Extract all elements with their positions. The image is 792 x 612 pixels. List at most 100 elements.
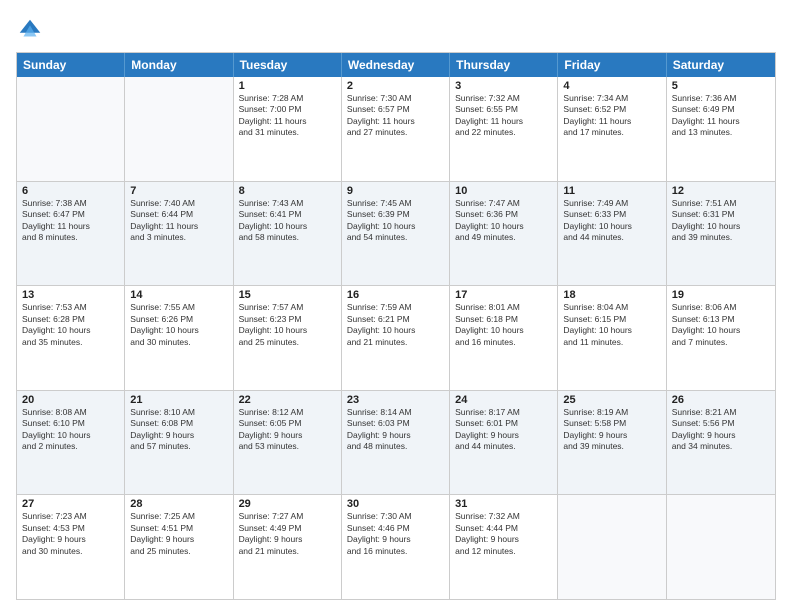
day-number: 8 xyxy=(239,185,336,197)
cal-cell-4-7: 26Sunrise: 8:21 AM Sunset: 5:56 PM Dayli… xyxy=(667,391,775,495)
cal-cell-3-2: 14Sunrise: 7:55 AM Sunset: 6:26 PM Dayli… xyxy=(125,286,233,390)
cal-cell-5-5: 31Sunrise: 7:32 AM Sunset: 4:44 PM Dayli… xyxy=(450,495,558,599)
day-number: 11 xyxy=(563,185,660,197)
cell-info: Sunrise: 7:23 AM Sunset: 4:53 PM Dayligh… xyxy=(22,511,119,557)
day-number: 1 xyxy=(239,80,336,92)
cal-cell-5-3: 29Sunrise: 7:27 AM Sunset: 4:49 PM Dayli… xyxy=(234,495,342,599)
day-number: 31 xyxy=(455,498,552,510)
cell-info: Sunrise: 7:55 AM Sunset: 6:26 PM Dayligh… xyxy=(130,302,227,348)
day-number: 13 xyxy=(22,289,119,301)
cal-cell-2-4: 9Sunrise: 7:45 AM Sunset: 6:39 PM Daylig… xyxy=(342,182,450,286)
cell-info: Sunrise: 8:01 AM Sunset: 6:18 PM Dayligh… xyxy=(455,302,552,348)
cell-info: Sunrise: 7:25 AM Sunset: 4:51 PM Dayligh… xyxy=(130,511,227,557)
cell-info: Sunrise: 7:27 AM Sunset: 4:49 PM Dayligh… xyxy=(239,511,336,557)
cell-info: Sunrise: 8:12 AM Sunset: 6:05 PM Dayligh… xyxy=(239,407,336,453)
calendar-row-5: 27Sunrise: 7:23 AM Sunset: 4:53 PM Dayli… xyxy=(17,495,775,599)
calendar: SundayMondayTuesdayWednesdayThursdayFrid… xyxy=(16,52,776,600)
cal-cell-5-4: 30Sunrise: 7:30 AM Sunset: 4:46 PM Dayli… xyxy=(342,495,450,599)
cell-info: Sunrise: 7:38 AM Sunset: 6:47 PM Dayligh… xyxy=(22,198,119,244)
cell-info: Sunrise: 7:32 AM Sunset: 6:55 PM Dayligh… xyxy=(455,93,552,139)
cell-info: Sunrise: 8:04 AM Sunset: 6:15 PM Dayligh… xyxy=(563,302,660,348)
cell-info: Sunrise: 7:36 AM Sunset: 6:49 PM Dayligh… xyxy=(672,93,770,139)
day-number: 22 xyxy=(239,394,336,406)
header-day-monday: Monday xyxy=(125,53,233,77)
cell-info: Sunrise: 8:19 AM Sunset: 5:58 PM Dayligh… xyxy=(563,407,660,453)
header-day-wednesday: Wednesday xyxy=(342,53,450,77)
cell-info: Sunrise: 8:17 AM Sunset: 6:01 PM Dayligh… xyxy=(455,407,552,453)
header-day-sunday: Sunday xyxy=(17,53,125,77)
calendar-row-4: 20Sunrise: 8:08 AM Sunset: 6:10 PM Dayli… xyxy=(17,391,775,496)
cal-cell-5-7 xyxy=(667,495,775,599)
day-number: 29 xyxy=(239,498,336,510)
cell-info: Sunrise: 7:28 AM Sunset: 7:00 PM Dayligh… xyxy=(239,93,336,139)
day-number: 25 xyxy=(563,394,660,406)
calendar-header: SundayMondayTuesdayWednesdayThursdayFrid… xyxy=(17,53,775,77)
cell-info: Sunrise: 7:57 AM Sunset: 6:23 PM Dayligh… xyxy=(239,302,336,348)
cal-cell-3-1: 13Sunrise: 7:53 AM Sunset: 6:28 PM Dayli… xyxy=(17,286,125,390)
cal-cell-1-6: 4Sunrise: 7:34 AM Sunset: 6:52 PM Daylig… xyxy=(558,77,666,181)
cal-cell-3-5: 17Sunrise: 8:01 AM Sunset: 6:18 PM Dayli… xyxy=(450,286,558,390)
day-number: 7 xyxy=(130,185,227,197)
day-number: 23 xyxy=(347,394,444,406)
cell-info: Sunrise: 7:45 AM Sunset: 6:39 PM Dayligh… xyxy=(347,198,444,244)
day-number: 9 xyxy=(347,185,444,197)
day-number: 20 xyxy=(22,394,119,406)
header-day-thursday: Thursday xyxy=(450,53,558,77)
day-number: 10 xyxy=(455,185,552,197)
cell-info: Sunrise: 7:32 AM Sunset: 4:44 PM Dayligh… xyxy=(455,511,552,557)
day-number: 3 xyxy=(455,80,552,92)
cal-cell-3-6: 18Sunrise: 8:04 AM Sunset: 6:15 PM Dayli… xyxy=(558,286,666,390)
cal-cell-3-4: 16Sunrise: 7:59 AM Sunset: 6:21 PM Dayli… xyxy=(342,286,450,390)
day-number: 4 xyxy=(563,80,660,92)
cal-cell-4-1: 20Sunrise: 8:08 AM Sunset: 6:10 PM Dayli… xyxy=(17,391,125,495)
cal-cell-2-2: 7Sunrise: 7:40 AM Sunset: 6:44 PM Daylig… xyxy=(125,182,233,286)
cell-info: Sunrise: 8:08 AM Sunset: 6:10 PM Dayligh… xyxy=(22,407,119,453)
cal-cell-4-5: 24Sunrise: 8:17 AM Sunset: 6:01 PM Dayli… xyxy=(450,391,558,495)
cal-cell-1-2 xyxy=(125,77,233,181)
logo xyxy=(16,16,48,44)
cell-info: Sunrise: 7:30 AM Sunset: 4:46 PM Dayligh… xyxy=(347,511,444,557)
day-number: 6 xyxy=(22,185,119,197)
day-number: 24 xyxy=(455,394,552,406)
cal-cell-3-3: 15Sunrise: 7:57 AM Sunset: 6:23 PM Dayli… xyxy=(234,286,342,390)
cell-info: Sunrise: 8:21 AM Sunset: 5:56 PM Dayligh… xyxy=(672,407,770,453)
day-number: 14 xyxy=(130,289,227,301)
cell-info: Sunrise: 7:51 AM Sunset: 6:31 PM Dayligh… xyxy=(672,198,770,244)
day-number: 5 xyxy=(672,80,770,92)
cell-info: Sunrise: 7:40 AM Sunset: 6:44 PM Dayligh… xyxy=(130,198,227,244)
header xyxy=(16,16,776,44)
cal-cell-5-6 xyxy=(558,495,666,599)
calendar-body: 1Sunrise: 7:28 AM Sunset: 7:00 PM Daylig… xyxy=(17,77,775,599)
cal-cell-4-2: 21Sunrise: 8:10 AM Sunset: 6:08 PM Dayli… xyxy=(125,391,233,495)
cal-cell-4-6: 25Sunrise: 8:19 AM Sunset: 5:58 PM Dayli… xyxy=(558,391,666,495)
cal-cell-1-3: 1Sunrise: 7:28 AM Sunset: 7:00 PM Daylig… xyxy=(234,77,342,181)
cal-cell-5-1: 27Sunrise: 7:23 AM Sunset: 4:53 PM Dayli… xyxy=(17,495,125,599)
cell-info: Sunrise: 7:30 AM Sunset: 6:57 PM Dayligh… xyxy=(347,93,444,139)
cell-info: Sunrise: 8:06 AM Sunset: 6:13 PM Dayligh… xyxy=(672,302,770,348)
cal-cell-1-4: 2Sunrise: 7:30 AM Sunset: 6:57 PM Daylig… xyxy=(342,77,450,181)
day-number: 19 xyxy=(672,289,770,301)
day-number: 2 xyxy=(347,80,444,92)
cal-cell-3-7: 19Sunrise: 8:06 AM Sunset: 6:13 PM Dayli… xyxy=(667,286,775,390)
day-number: 27 xyxy=(22,498,119,510)
cell-info: Sunrise: 7:53 AM Sunset: 6:28 PM Dayligh… xyxy=(22,302,119,348)
cell-info: Sunrise: 7:47 AM Sunset: 6:36 PM Dayligh… xyxy=(455,198,552,244)
cal-cell-1-5: 3Sunrise: 7:32 AM Sunset: 6:55 PM Daylig… xyxy=(450,77,558,181)
cal-cell-2-1: 6Sunrise: 7:38 AM Sunset: 6:47 PM Daylig… xyxy=(17,182,125,286)
cal-cell-2-5: 10Sunrise: 7:47 AM Sunset: 6:36 PM Dayli… xyxy=(450,182,558,286)
calendar-row-3: 13Sunrise: 7:53 AM Sunset: 6:28 PM Dayli… xyxy=(17,286,775,391)
cal-cell-2-3: 8Sunrise: 7:43 AM Sunset: 6:41 PM Daylig… xyxy=(234,182,342,286)
cell-info: Sunrise: 7:49 AM Sunset: 6:33 PM Dayligh… xyxy=(563,198,660,244)
cell-info: Sunrise: 8:10 AM Sunset: 6:08 PM Dayligh… xyxy=(130,407,227,453)
day-number: 21 xyxy=(130,394,227,406)
day-number: 18 xyxy=(563,289,660,301)
cal-cell-1-1 xyxy=(17,77,125,181)
header-day-friday: Friday xyxy=(558,53,666,77)
header-day-tuesday: Tuesday xyxy=(234,53,342,77)
cal-cell-5-2: 28Sunrise: 7:25 AM Sunset: 4:51 PM Dayli… xyxy=(125,495,233,599)
day-number: 17 xyxy=(455,289,552,301)
cal-cell-1-7: 5Sunrise: 7:36 AM Sunset: 6:49 PM Daylig… xyxy=(667,77,775,181)
header-day-saturday: Saturday xyxy=(667,53,775,77)
cal-cell-4-4: 23Sunrise: 8:14 AM Sunset: 6:03 PM Dayli… xyxy=(342,391,450,495)
day-number: 30 xyxy=(347,498,444,510)
